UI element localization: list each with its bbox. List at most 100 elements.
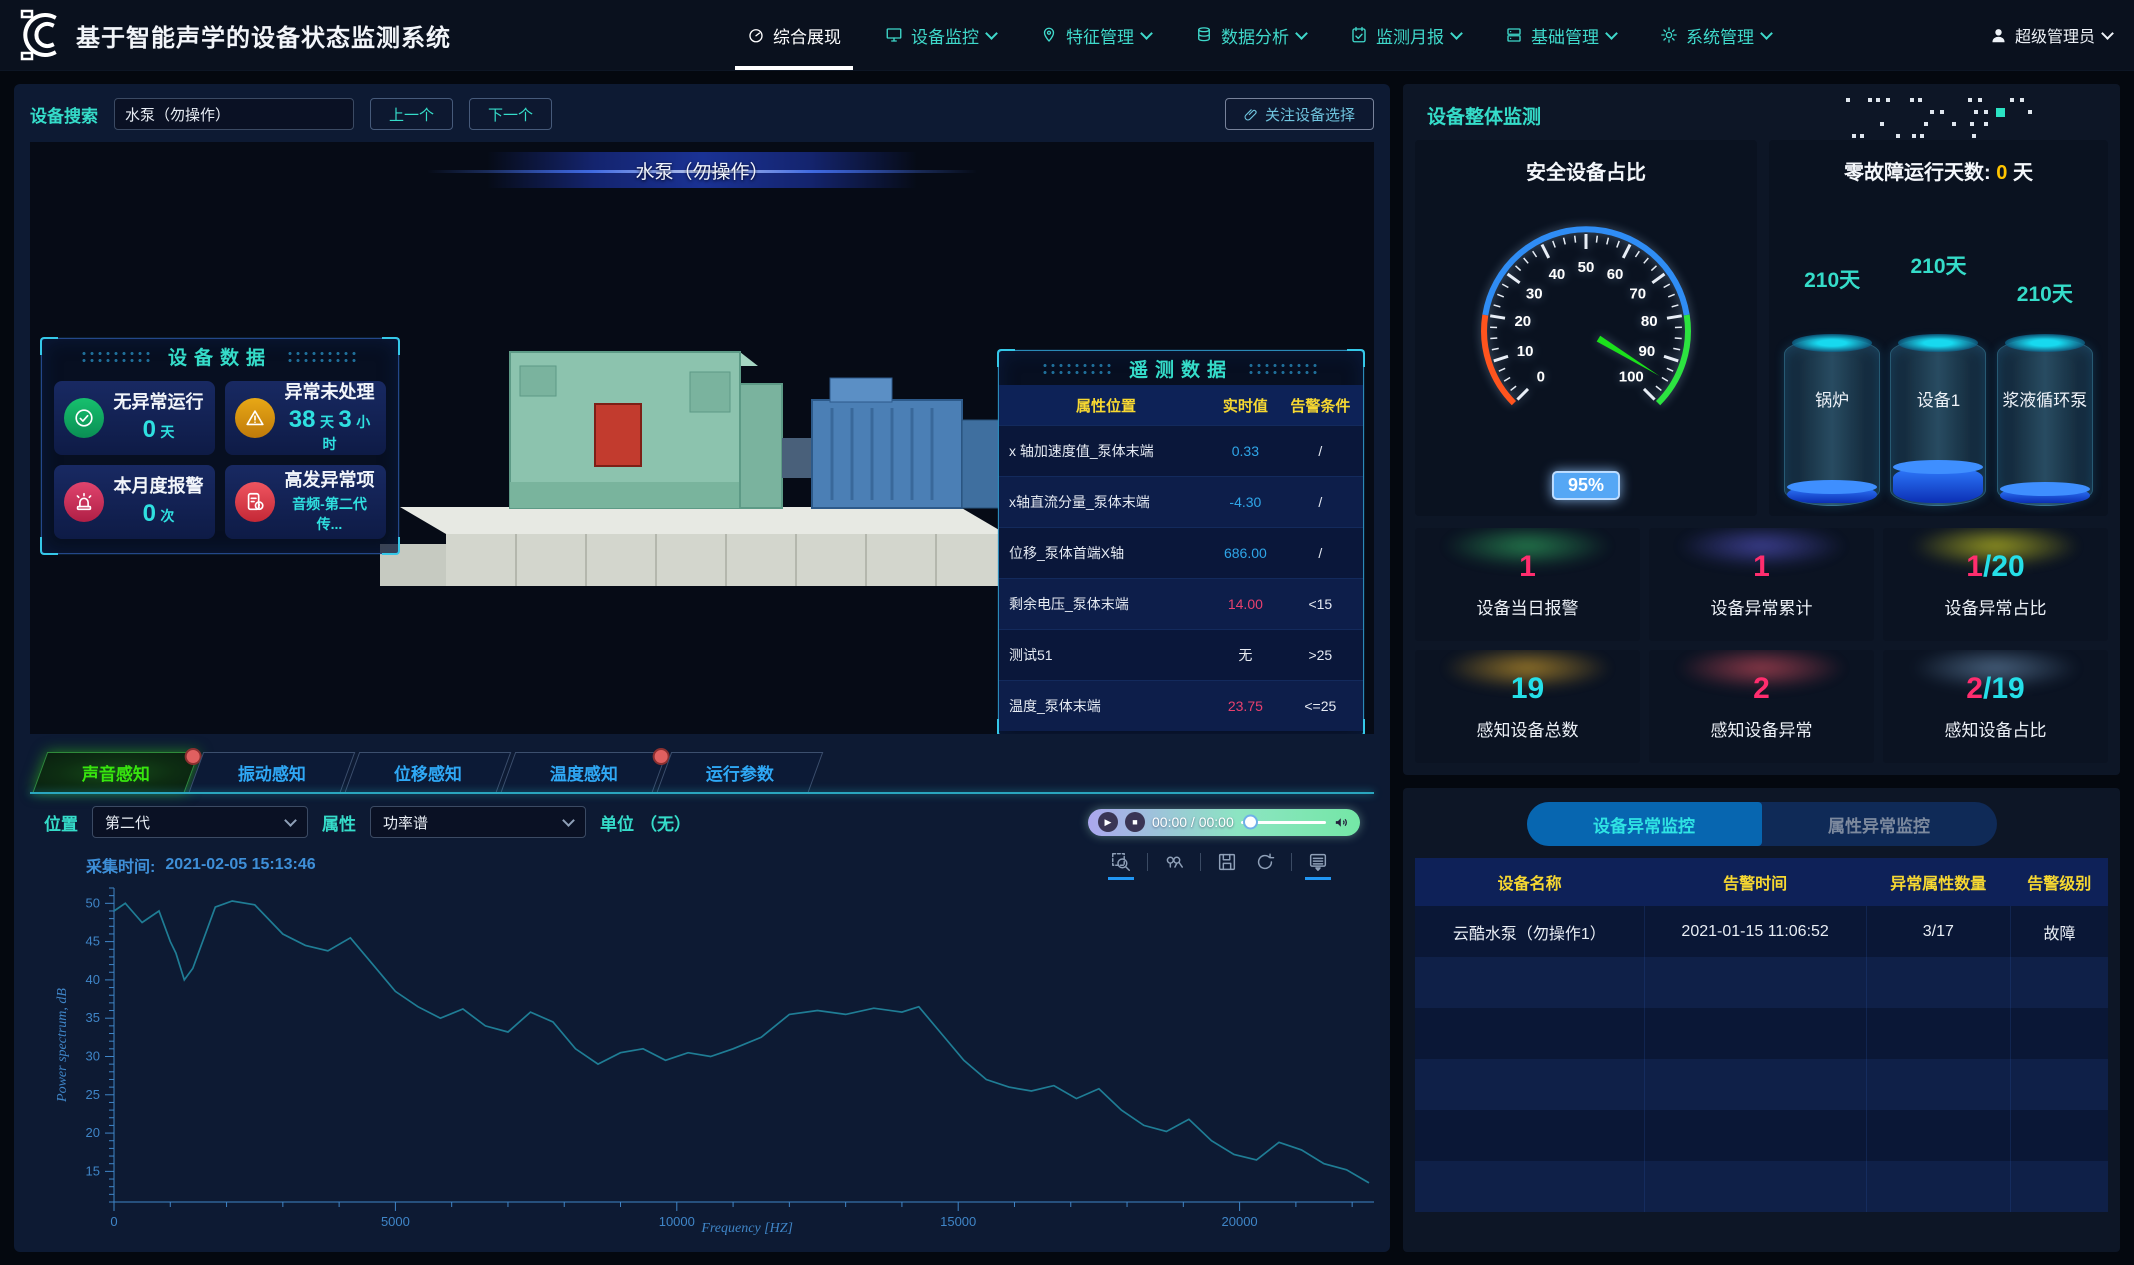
pin-icon	[1040, 26, 1058, 44]
telemetry-value: -4.30	[1213, 477, 1278, 528]
stat-card: 1设备当日报警	[1415, 528, 1640, 641]
safety-gauge: 0102030405060708090100	[1426, 189, 1746, 459]
data-view-button[interactable]	[1306, 851, 1330, 880]
svg-text:5000: 5000	[381, 1214, 410, 1229]
speaker-icon[interactable]	[1333, 814, 1350, 831]
3d-viewport[interactable]: 水泵（勿操作）	[30, 142, 1374, 734]
svg-text:90: 90	[1639, 343, 1656, 360]
dots-decoration	[1041, 362, 1115, 374]
save-image-button[interactable]	[1215, 851, 1239, 873]
sense-tab-label: 温度感知	[550, 760, 618, 785]
alarm-cell: 2021-01-15 11:06:52	[1644, 906, 1866, 957]
device-card-value: 音频-第二代传...	[283, 494, 376, 534]
chart-toolbar	[1109, 851, 1330, 880]
chevron-down-icon	[1295, 27, 1308, 40]
telemetry-attr: 位移_泵体首端X轴	[999, 528, 1213, 579]
stat-value: 19	[1511, 672, 1544, 706]
stop-button[interactable]: ■	[1125, 812, 1145, 832]
stat-label: 设备异常占比	[1945, 594, 2047, 619]
tabs-divider	[30, 792, 1374, 794]
nav-item-label: 特征管理	[1066, 23, 1134, 48]
stat-card: 2感知设备异常	[1649, 650, 1874, 763]
gear-icon	[1660, 26, 1678, 44]
play-button[interactable]: ▶	[1098, 812, 1118, 832]
sense-tab-3[interactable]: 位移感知	[345, 752, 512, 792]
nav-item-3[interactable]: 特征管理	[1040, 0, 1151, 70]
stat-label: 感知设备占比	[1945, 716, 2047, 741]
nav-item-5[interactable]: 监测月报	[1350, 0, 1461, 70]
device-search-row: 设备搜索 上一个 下一个 关注设备选择	[30, 96, 1374, 132]
attribute-select[interactable]: 功率谱	[370, 806, 586, 838]
zero-fault-title: 零故障运行天数: 0 天	[1769, 140, 2108, 185]
cylinder-name: 锅炉	[1784, 390, 1880, 413]
svg-text:35: 35	[86, 1010, 100, 1025]
telemetry-condition: >25	[1278, 630, 1363, 681]
nav-item-4[interactable]: 数据分析	[1195, 0, 1306, 70]
zoom-restore-button[interactable]	[1162, 851, 1186, 873]
floppy-icon	[1216, 851, 1238, 873]
sense-tab-2[interactable]: 振动感知	[189, 752, 356, 792]
capture-time-label: 采集时间:	[86, 853, 155, 877]
svg-text:70: 70	[1629, 285, 1646, 302]
svg-text:Frequency [HZ]: Frequency [HZ]	[700, 1221, 793, 1236]
alarm-tab-2[interactable]: 属性异常监控	[1762, 802, 1997, 846]
svg-text:20: 20	[86, 1125, 100, 1140]
zero-fault-card: 零故障运行天数: 0 天 210天锅炉210天设备1210天浆液循环泵	[1769, 140, 2108, 516]
cylinder-item: 210天设备1	[1888, 246, 1988, 506]
nav-item-2[interactable]: 设备监控	[885, 0, 996, 70]
monitor-icon	[885, 26, 903, 44]
stat-label: 设备异常累计	[1711, 594, 1813, 619]
alarm-row-empty	[1415, 1008, 2108, 1059]
cylinder-days: 210天	[2017, 278, 2073, 308]
sense-tab-4[interactable]: 温度感知	[501, 752, 668, 792]
sense-tab-1[interactable]: 声音感知	[33, 752, 200, 792]
svg-text:10: 10	[1517, 343, 1534, 360]
device-card-label: 无异常运行	[112, 392, 205, 414]
gauge-card: 安全设备占比 0102030405060708090100 95%	[1415, 140, 1757, 516]
alarm-tab-1[interactable]: 设备异常监控	[1527, 802, 1762, 846]
svg-text:100: 100	[1619, 368, 1644, 385]
telemetry-row: 测试51无>25	[999, 630, 1363, 681]
nav-item-1[interactable]: 综合展现	[747, 0, 841, 70]
sense-tab-5[interactable]: 运行参数	[657, 752, 824, 792]
position-select[interactable]: 第二代	[92, 806, 308, 838]
stat-card: 2/19感知设备占比	[1883, 650, 2108, 763]
cylinder-days: 210天	[1910, 250, 1966, 280]
chevron-down-icon	[1140, 27, 1153, 40]
nav-item-7[interactable]: 系统管理	[1660, 0, 1771, 70]
prev-device-button[interactable]: 上一个	[370, 98, 453, 130]
nav-item-label: 设备监控	[911, 23, 979, 48]
device-search-input[interactable]	[114, 98, 354, 130]
svg-text:25: 25	[86, 1087, 100, 1102]
area-zoom-button[interactable]	[1109, 851, 1133, 880]
user-menu[interactable]: 超级管理员	[1942, 23, 2134, 47]
sense-tab-label: 位移感知	[394, 760, 462, 785]
chevron-down-icon	[284, 814, 297, 827]
telemetry-attr: x轴直流分量_泵体末端	[999, 477, 1213, 528]
next-device-button[interactable]: 下一个	[469, 98, 552, 130]
stat-card: 1/20 设备异常占比	[1883, 528, 2108, 641]
player-slider[interactable]	[1241, 821, 1326, 824]
device-data-card: 高发异常项音频-第二代传...	[225, 465, 386, 539]
telemetry-row: 温度_泵体末端23.75<=25	[999, 681, 1363, 732]
telemetry-value: 23.75	[1213, 681, 1278, 732]
chevron-down-icon	[1450, 27, 1463, 40]
nav-item-6[interactable]: 基础管理	[1505, 0, 1616, 70]
alarm-cell: 故障	[2011, 906, 2108, 957]
focus-device-select-button[interactable]: 关注设备选择	[1225, 98, 1374, 130]
device-card-value: 38 天 3 小时	[283, 406, 376, 454]
refresh-button[interactable]	[1253, 851, 1277, 873]
alarm-row-empty	[1415, 1059, 2108, 1110]
telemetry-header: 属性位置	[999, 385, 1213, 426]
telemetry-condition: /	[1278, 477, 1363, 528]
stat-value: 2	[1753, 672, 1770, 706]
attribute-label: 属性	[322, 810, 356, 835]
nav-item-label: 综合展现	[773, 23, 841, 48]
app-logo-icon	[16, 9, 62, 61]
zero-fault-value: 0	[1996, 162, 2007, 184]
dots-decoration	[1840, 92, 2100, 142]
stat-value: 1/20	[1966, 550, 2024, 584]
cylinder-days: 210天	[1804, 264, 1860, 294]
toolbar-separator	[1147, 853, 1148, 871]
chevron-down-icon	[562, 814, 575, 827]
